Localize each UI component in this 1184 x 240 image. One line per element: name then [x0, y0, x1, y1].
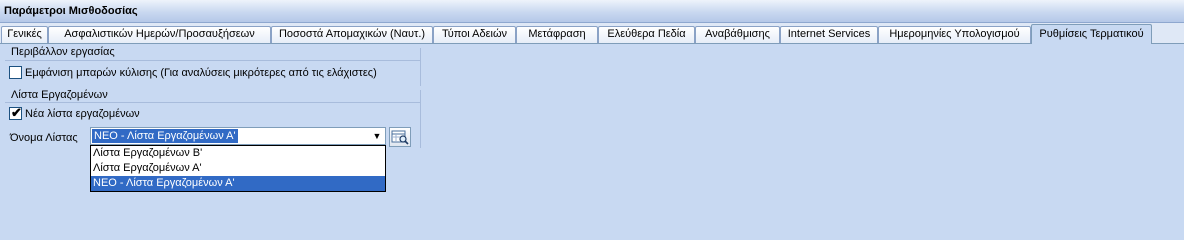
tab-terminal-settings[interactable]: Ρυθμίσεις Τερματικού	[1031, 24, 1152, 44]
scrollbars-checkbox-label: Εμφάνιση μπαρών κύλισης (Για αναλύσεις μ…	[25, 67, 377, 79]
tab-strip: Γενικές Ασφαλιστικών Ημερών/Προσαυξήσεων…	[0, 23, 1184, 44]
tab-insurance-days[interactable]: Ασφαλιστικών Ημερών/Προσαυξήσεων	[48, 26, 271, 43]
env-group-border-right	[420, 48, 421, 86]
dropdown-option[interactable]: Λίστα Εργαζομένων Α'	[91, 161, 385, 176]
window-title: Παράμετροι Μισθοδοσίας	[4, 5, 138, 17]
list-name-label: Όνομα Λίστας	[10, 132, 78, 144]
chevron-down-icon[interactable]: ▼	[369, 128, 385, 144]
dropdown-option[interactable]: Λίστα Εργαζομένων Β'	[91, 146, 385, 161]
new-list-checkbox[interactable]: ✔	[9, 105, 22, 120]
env-group-label: Περιβάλλον εργασίας	[11, 46, 115, 58]
tab-calculation-dates[interactable]: Ημερομηνίες Υπολογισμού	[878, 26, 1031, 43]
new-list-checkbox-label: Νέα λίστα εργαζομένων	[25, 108, 140, 120]
tab-retirement-rates[interactable]: Ποσοστά Απομαχικών (Ναυτ.)	[271, 26, 433, 43]
tab-general[interactable]: Γενικές	[1, 26, 48, 43]
list-name-dropdown: Λίστα Εργαζομένων Β' Λίστα Εργαζομένων Α…	[90, 145, 386, 192]
window-title-bar: Παράμετροι Μισθοδοσίας	[0, 0, 1184, 23]
employees-group-border	[5, 102, 420, 103]
list-lookup-button[interactable]	[389, 127, 411, 147]
list-name-selected-value: ΝΕΟ - Λίστα Εργαζομένων Α'	[92, 129, 238, 143]
tab-internet-services[interactable]: Internet Services	[780, 26, 878, 43]
list-name-select[interactable]: ΝΕΟ - Λίστα Εργαζομένων Α' ▼	[90, 127, 386, 145]
employees-group-border-right	[420, 90, 421, 148]
checkmark-icon: ✔	[11, 105, 22, 120]
dropdown-option-selected[interactable]: ΝΕΟ - Λίστα Εργαζομένων Α'	[91, 176, 385, 191]
env-group-border	[5, 60, 420, 61]
tab-leave-types[interactable]: Τύποι Αδειών	[433, 26, 516, 43]
tab-translation[interactable]: Μετάφραση	[516, 26, 598, 43]
table-search-icon	[391, 130, 409, 145]
employees-group-label: Λίστα Εργαζομένων	[11, 89, 108, 101]
scrollbars-checkbox[interactable]	[9, 66, 22, 79]
terminal-settings-panel: Περιβάλλον εργασίας Εμφάνιση μπαρών κύλι…	[0, 44, 1184, 203]
tab-free-fields[interactable]: Ελεύθερα Πεδία	[598, 26, 695, 43]
tab-upgrade[interactable]: Αναβάθμισης	[695, 26, 780, 43]
